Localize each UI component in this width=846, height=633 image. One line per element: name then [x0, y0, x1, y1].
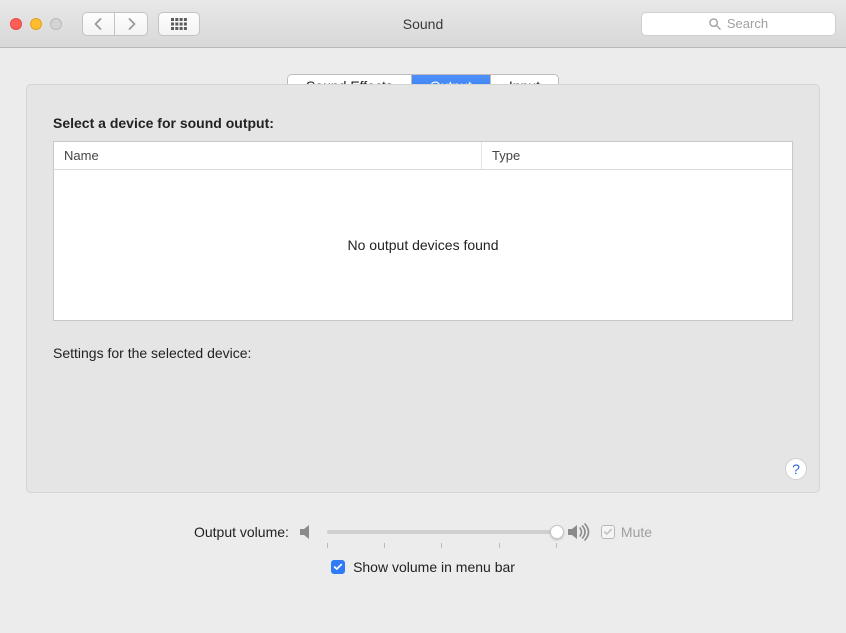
chevron-left-icon	[94, 18, 103, 30]
column-header-name[interactable]: Name	[54, 142, 482, 169]
mute-label: Mute	[621, 524, 652, 540]
window-title: Sound	[403, 16, 443, 32]
panel: Select a device for sound output: Name T…	[26, 84, 820, 493]
speaker-high-icon	[567, 523, 591, 541]
mute-checkbox	[601, 525, 615, 539]
forward-button[interactable]	[115, 12, 148, 36]
device-table[interactable]: Name Type No output devices found	[53, 141, 793, 321]
panel-spacer	[53, 361, 793, 476]
table-headers: Name Type	[54, 142, 792, 170]
mute-control: Mute	[601, 524, 652, 540]
search-placeholder: Search	[727, 16, 768, 31]
output-volume-row: Output volume: Mute	[26, 521, 820, 543]
slider-thumb[interactable]	[550, 525, 564, 539]
help-icon: ?	[792, 461, 800, 477]
table-body: No output devices found	[54, 170, 792, 320]
titlebar: Sound Search	[0, 0, 846, 48]
chevron-right-icon	[127, 18, 136, 30]
show-volume-label: Show volume in menu bar	[353, 559, 515, 575]
show-all-button[interactable]	[158, 12, 200, 36]
checkmark-icon	[603, 527, 613, 537]
checkmark-icon	[333, 562, 343, 572]
search-icon	[709, 18, 721, 30]
slider-ticks	[327, 543, 557, 548]
select-device-label: Select a device for sound output:	[53, 115, 793, 131]
minimize-window-button[interactable]	[30, 18, 42, 30]
output-volume-slider[interactable]	[327, 521, 557, 543]
show-volume-row: Show volume in menu bar	[26, 559, 820, 575]
help-button[interactable]: ?	[785, 458, 807, 480]
show-volume-checkbox[interactable]	[331, 560, 345, 574]
nav-buttons	[82, 12, 148, 36]
search-input[interactable]: Search	[641, 12, 836, 36]
output-volume-label: Output volume:	[194, 524, 289, 540]
empty-message: No output devices found	[348, 237, 499, 253]
zoom-window-button[interactable]	[50, 18, 62, 30]
speaker-low-icon	[299, 524, 317, 540]
traffic-lights	[10, 18, 62, 30]
back-button[interactable]	[82, 12, 115, 36]
grid-icon	[171, 18, 187, 30]
content: Sound Effects Output Input Select a devi…	[0, 48, 846, 587]
column-header-type[interactable]: Type	[482, 148, 792, 163]
slider-track	[327, 530, 557, 534]
settings-for-device-label: Settings for the selected device:	[53, 345, 793, 361]
close-window-button[interactable]	[10, 18, 22, 30]
